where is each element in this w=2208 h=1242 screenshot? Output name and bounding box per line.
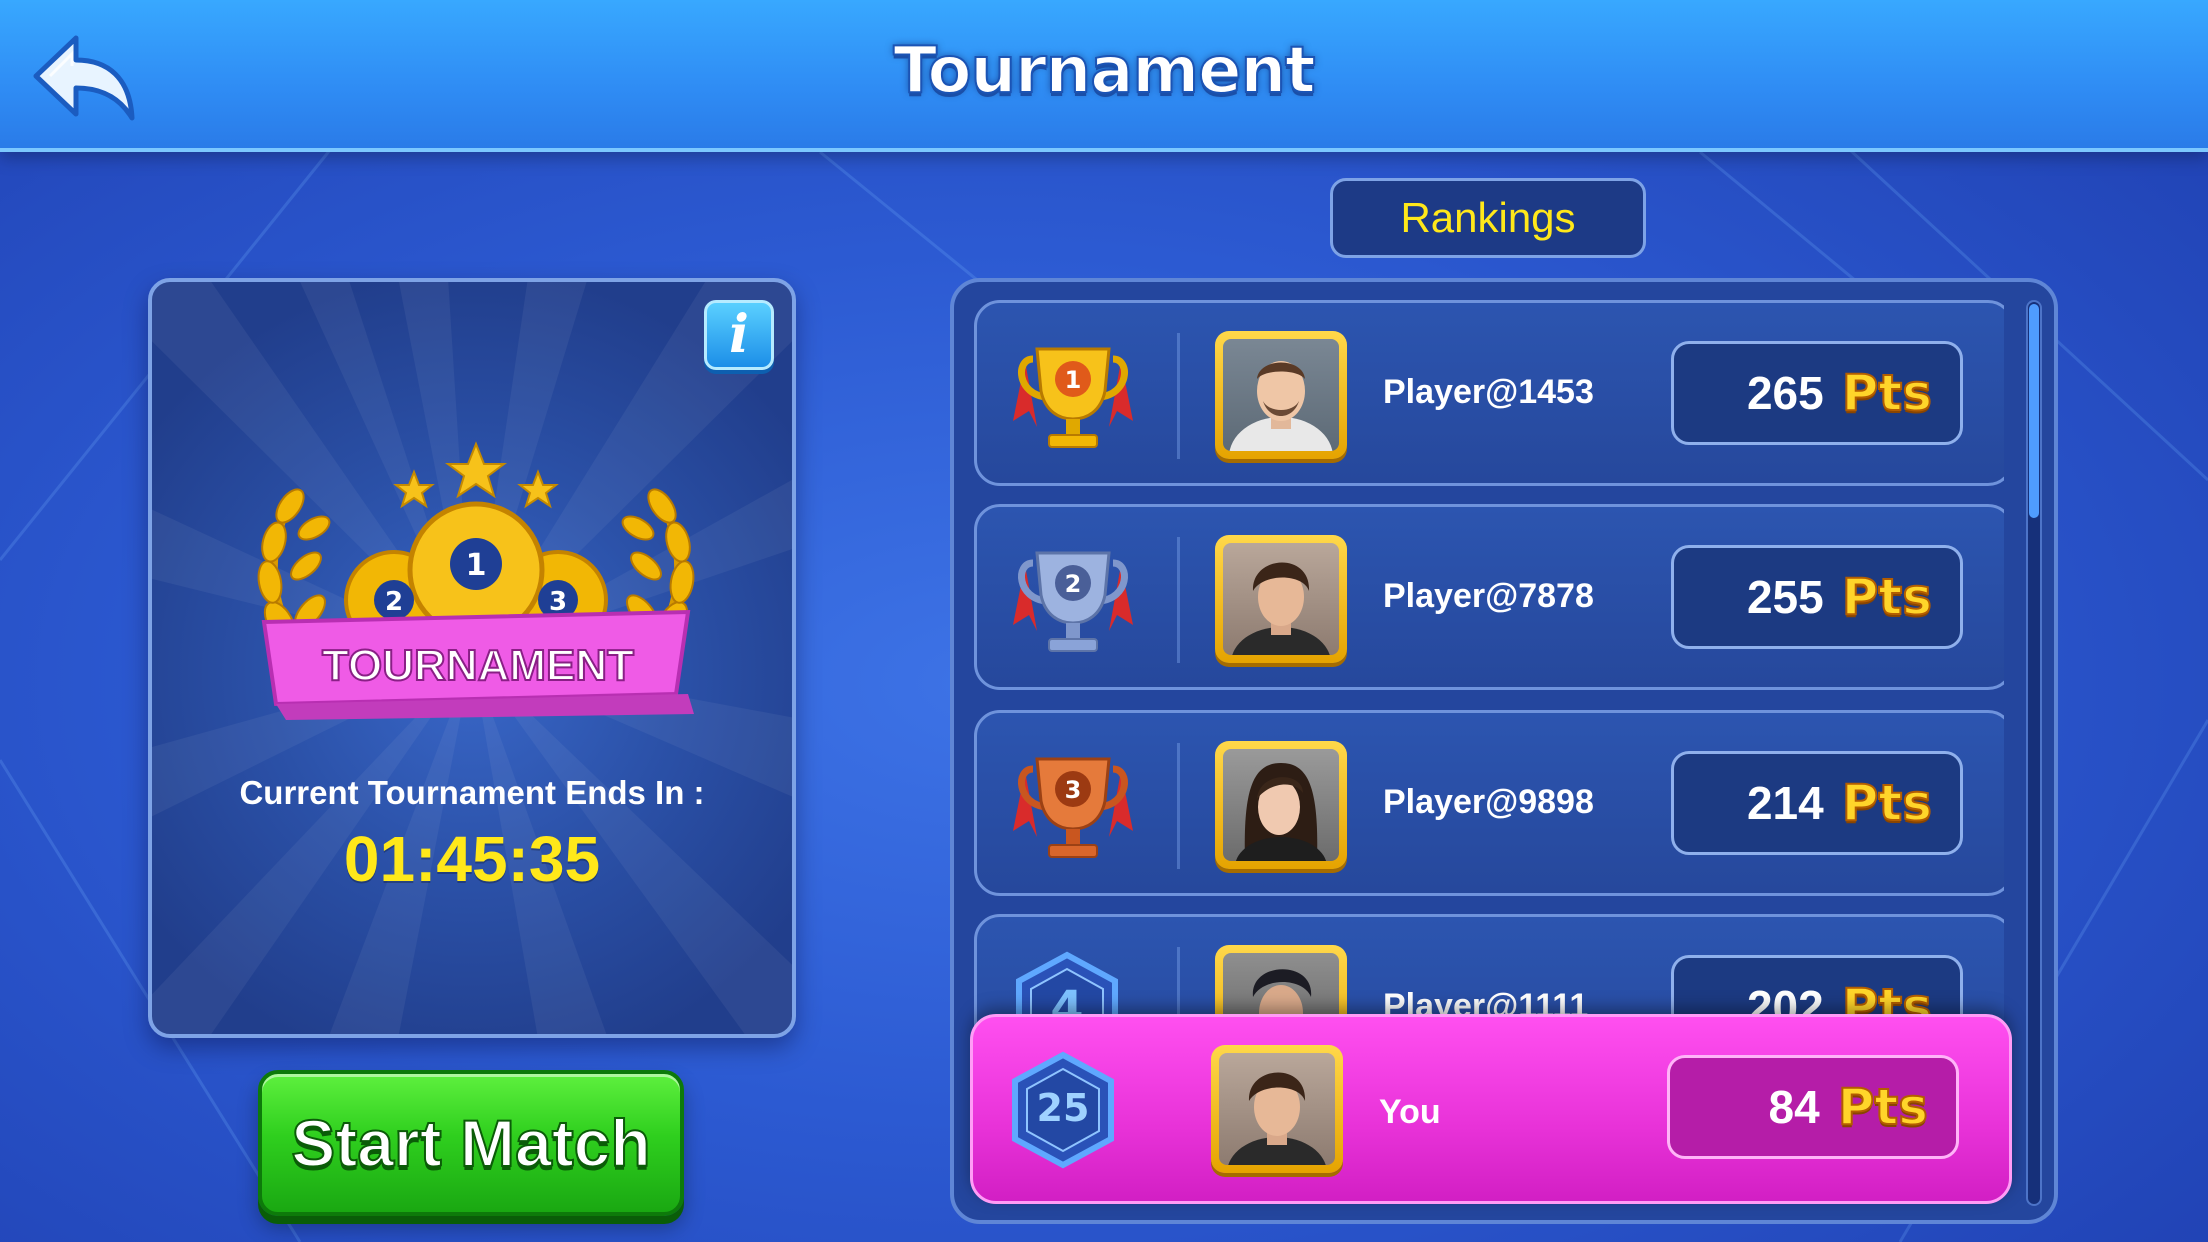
rank-number: 1 [1065,366,1082,394]
medal-number-2: 2 [385,587,403,617]
tournament-banner: TOURNAMENT [261,609,694,720]
player-avatar-icon [1228,1072,1326,1165]
player-avatar-icon [1229,361,1333,451]
avatar [1215,331,1347,459]
tournament-emblem: 2 1 3 TOURNAMENT [257,441,695,720]
row-divider [1177,333,1180,459]
gold-trophy-icon: 1 [1013,347,1133,448]
tournament-timer: 01:45:35 [343,823,601,895]
points-box: 255 Pts [1671,545,1963,649]
row-divider [1177,537,1180,663]
page-title: Tournament [892,33,1316,109]
points-box: 84 Pts [1667,1055,1959,1159]
points-label: Pts [1841,773,1933,833]
player-name: Player@1453 [1383,373,1594,411]
points-value: 265 [1746,367,1824,419]
avatar [1211,1045,1343,1173]
points-value: 84 [1768,1081,1820,1133]
player-name: Player@7878 [1383,577,1594,615]
medal-number-1: 1 [466,548,487,583]
ranking-row-1[interactable]: 1 Player@1453 265 Pts [974,300,2004,486]
points-box: 265 Pts [1671,341,1963,445]
ranking-row-3[interactable]: 3 Player@9898 214 Pts [974,710,2004,896]
avatar [1215,741,1347,869]
scrollbar-thumb[interactable] [2029,304,2039,518]
rank-number: 25 [1037,1086,1090,1130]
rankings-scrollbar[interactable] [2026,300,2042,1206]
top-bar: Tournament [0,0,2208,152]
points-value: 214 [1746,777,1824,829]
bronze-trophy-icon: 3 [1013,757,1133,858]
banner-text: TOURNAMENT [322,641,634,690]
tournament-ends-label: Current Tournament Ends In : [239,774,705,811]
info-button[interactable]: i [704,300,774,370]
hexagon-rank-badge-icon: 25 [1012,1051,1114,1169]
points-label: Pts [1841,567,1933,627]
start-match-button[interactable]: Start Match [258,1070,684,1216]
rank-number: 2 [1065,570,1082,598]
current-player-row[interactable]: 25 You 84 Pts [970,1014,2012,1204]
medal-number-3: 3 [549,587,567,617]
player-avatar-icon [1232,562,1330,655]
points-box: 214 Pts [1671,751,1963,855]
rankings-tab[interactable]: Rankings [1330,178,1646,258]
start-match-label: Start Match [290,1105,651,1181]
rankings-tab-label: Rankings [1400,194,1576,241]
info-icon: i [729,304,749,365]
avatar [1215,535,1347,663]
points-label: Pts [1837,1077,1929,1137]
player-name: You [1379,1093,1441,1131]
player-avatar-icon [1235,763,1327,861]
rank-number: 3 [1065,776,1082,804]
points-value: 255 [1746,571,1824,623]
silver-trophy-icon: 2 [1013,551,1133,652]
ranking-row-2[interactable]: 2 Player@7878 255 Pts [974,504,2004,690]
stars-icon [393,441,559,509]
player-name: Player@9898 [1383,783,1594,821]
points-label: Pts [1841,363,1933,423]
tournament-info-panel: i 2 1 3 TOURNAMENT Current Tournament En… [148,278,796,1038]
row-divider [1177,743,1180,869]
